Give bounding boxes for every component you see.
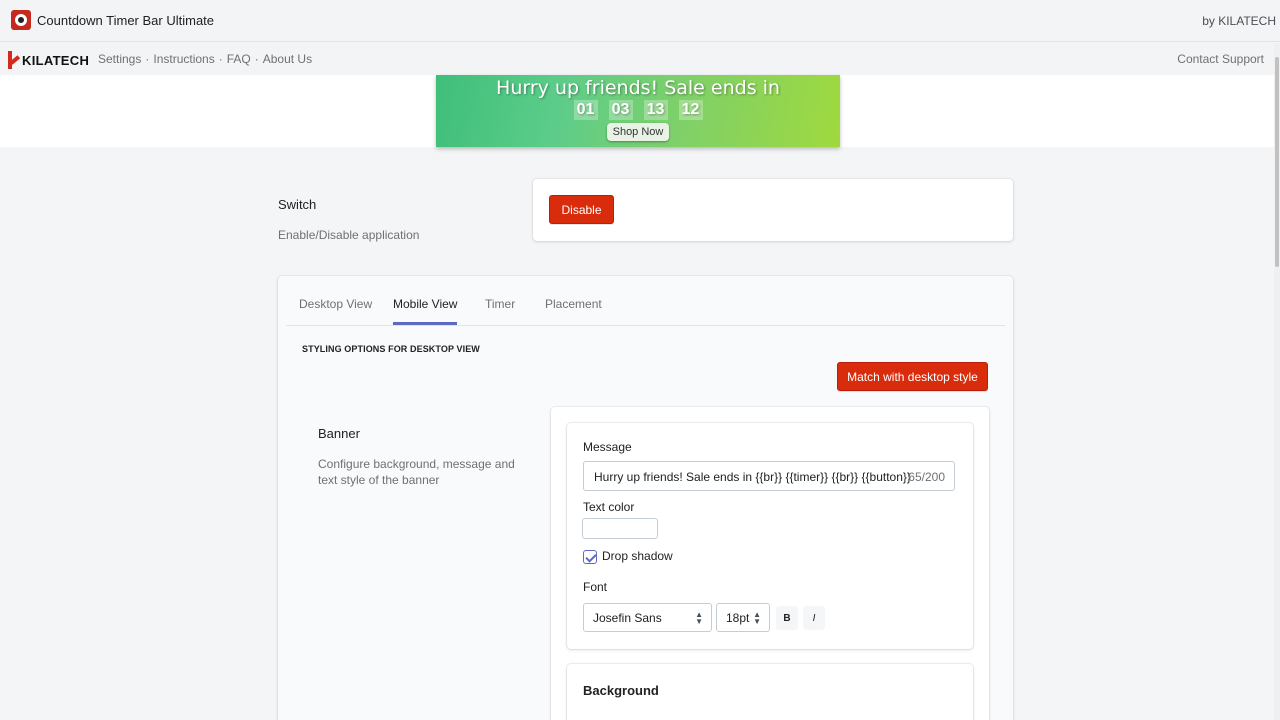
tab-mobile-view[interactable]: Mobile View — [393, 297, 458, 325]
switch-title: Switch — [278, 197, 317, 212]
switch-description: Enable/Disable application — [278, 228, 420, 242]
disable-button[interactable]: Disable — [549, 195, 614, 224]
italic-button[interactable]: I — [803, 606, 825, 630]
nav-link-faq[interactable]: FAQ — [227, 52, 251, 66]
banner-section-description: Configure background, message and text s… — [318, 457, 515, 487]
app-bar: Countdown Timer Bar Ultimate by KILATECH — [0, 0, 1280, 42]
timer-seconds: 12 — [678, 100, 703, 120]
app-logo-icon — [11, 10, 31, 30]
nav-bar: KILATECH Settings · Instructions · FAQ ·… — [0, 43, 1280, 75]
countdown-timer: 01 03 13 12 — [436, 100, 840, 120]
page-scrollbar[interactable] — [1274, 43, 1280, 720]
view-tabs: Desktop View Mobile View Timer Placement — [286, 276, 1005, 326]
nav-link-about[interactable]: About Us — [263, 52, 312, 66]
banner-preview-area: Hurry up friends! Sale ends in 01 03 13 … — [0, 75, 1280, 147]
brand-logo[interactable]: KILATECH — [8, 50, 89, 70]
background-settings-card: Background — [567, 664, 973, 720]
styling-card: Desktop View Mobile View Timer Placement… — [278, 276, 1013, 720]
nav-separator: · — [218, 52, 223, 66]
section-heading: STYLING OPTIONS FOR DESKTOP VIEW — [302, 344, 480, 354]
bold-button[interactable]: B — [776, 606, 798, 630]
banner-settings-panel: Message Hurry up friends! Sale ends in {… — [551, 407, 989, 720]
message-settings-card: Message Hurry up friends! Sale ends in {… — [567, 423, 973, 649]
brand-name: KILATECH — [22, 52, 90, 68]
timer-minutes: 13 — [643, 100, 668, 120]
message-char-count: 65/200 — [908, 470, 945, 484]
countdown-banner-preview: Hurry up friends! Sale ends in 01 03 13 … — [436, 75, 840, 147]
kilatech-logo-icon — [8, 51, 20, 69]
banner-section-title: Banner — [318, 426, 360, 441]
tab-timer[interactable]: Timer — [485, 297, 515, 325]
font-label: Font — [583, 580, 608, 594]
message-input[interactable]: Hurry up friends! Sale ends in {{br}} {{… — [583, 461, 955, 491]
drop-shadow-checkbox[interactable] — [583, 550, 597, 564]
app-author: by KILATECH — [1202, 14, 1276, 28]
tab-placement[interactable]: Placement — [545, 297, 602, 325]
match-desktop-style-button[interactable]: Match with desktop style — [837, 362, 988, 391]
contact-support-link[interactable]: Contact Support — [1177, 52, 1264, 66]
timer-days: 01 — [573, 100, 598, 120]
nav-separator: · — [254, 52, 259, 66]
timer-hours: 03 — [608, 100, 633, 120]
font-size-value: 18pt — [726, 611, 750, 625]
app-title: Countdown Timer Bar Ultimate — [37, 13, 215, 28]
nav-link-settings[interactable]: Settings — [98, 52, 141, 66]
select-arrows-icon: ▲ ▼ — [695, 610, 703, 626]
shop-now-button[interactable]: Shop Now — [607, 123, 669, 141]
text-color-label: Text color — [583, 500, 635, 514]
select-arrows-icon: ▲ ▼ — [753, 610, 761, 626]
font-size-select[interactable]: 18pt ▲ ▼ — [716, 603, 770, 632]
nav-link-instructions[interactable]: Instructions — [153, 52, 214, 66]
nav-links: Settings · Instructions · FAQ · About Us — [98, 52, 312, 66]
background-title: Background — [583, 683, 659, 698]
font-family-select[interactable]: Josefin Sans ▲ ▼ — [583, 603, 712, 632]
font-family-value: Josefin Sans — [593, 611, 662, 625]
drop-shadow-label[interactable]: Drop shadow — [602, 549, 673, 563]
scrollbar-thumb[interactable] — [1275, 57, 1279, 267]
banner-message: Hurry up friends! Sale ends in — [496, 77, 780, 99]
tab-desktop-view[interactable]: Desktop View — [299, 297, 372, 325]
nav-separator: · — [145, 52, 150, 66]
switch-card: Disable — [533, 179, 1013, 241]
message-input-value: Hurry up friends! Sale ends in {{br}} {{… — [594, 470, 911, 484]
text-color-picker[interactable] — [582, 518, 658, 539]
message-label: Message — [583, 440, 632, 454]
